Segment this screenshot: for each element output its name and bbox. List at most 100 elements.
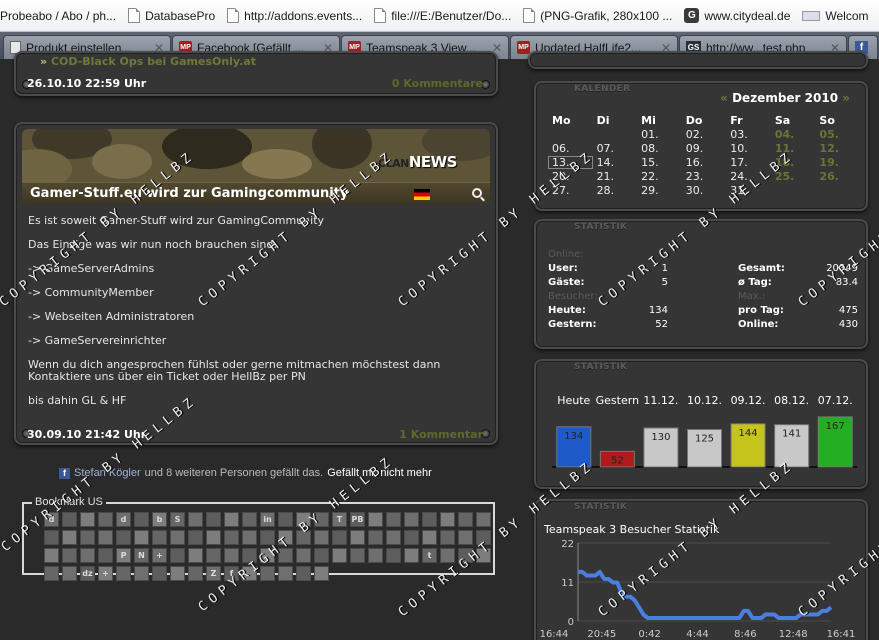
calendar-day[interactable]: 07.: [593, 142, 638, 155]
calendar-day[interactable]: 17.: [726, 156, 771, 169]
social-bookmark-icon[interactable]: [296, 566, 311, 581]
social-bookmark-icon[interactable]: [188, 548, 203, 563]
social-bookmark-icon[interactable]: [476, 512, 491, 527]
social-bookmark-icon[interactable]: [476, 530, 491, 545]
calendar-day[interactable]: 27.: [548, 184, 593, 197]
social-bookmark-icon[interactable]: [386, 548, 401, 563]
social-bookmark-icon[interactable]: [260, 548, 275, 563]
social-bookmark-icon[interactable]: [242, 512, 257, 527]
social-bookmark-icon[interactable]: [44, 566, 59, 581]
bookmark-item[interactable]: Welcom: [796, 0, 874, 31]
social-bookmark-icon[interactable]: [296, 530, 311, 545]
calendar-day[interactable]: 10.: [726, 142, 771, 155]
facebook-user-link[interactable]: Stefan Kögler: [74, 467, 141, 479]
social-bookmark-icon[interactable]: [62, 530, 77, 545]
social-bookmark-icon[interactable]: t: [422, 548, 437, 563]
social-bookmark-icon[interactable]: d: [116, 512, 131, 527]
news-comments-link[interactable]: 1 Kommentar: [399, 428, 483, 441]
calendar-day[interactable]: 15.: [637, 156, 682, 169]
social-bookmark-icon[interactable]: S: [170, 512, 185, 527]
calendar-day[interactable]: 30.: [682, 184, 727, 197]
social-bookmark-icon[interactable]: [458, 512, 473, 527]
social-bookmark-icon[interactable]: [314, 530, 329, 545]
social-bookmark-icon[interactable]: [206, 512, 221, 527]
social-bookmark-icon[interactable]: PB: [350, 512, 365, 527]
calendar-day[interactable]: 25.: [771, 170, 816, 183]
social-bookmark-icon[interactable]: [188, 512, 203, 527]
social-bookmark-icon[interactable]: [422, 530, 437, 545]
social-bookmark-icon[interactable]: [80, 530, 95, 545]
calendar-day[interactable]: 09.: [682, 142, 727, 155]
calendar-day[interactable]: 01.: [637, 128, 682, 141]
social-bookmark-icon[interactable]: [260, 530, 275, 545]
calendar-day[interactable]: 23.: [682, 170, 727, 183]
social-bookmark-icon[interactable]: [242, 566, 257, 581]
calendar-day[interactable]: 29.: [637, 184, 682, 197]
social-bookmark-icon[interactable]: [458, 548, 473, 563]
social-bookmark-icon[interactable]: [80, 512, 95, 527]
news-link-text[interactable]: COD-Black Ops bei GamesOnly.at: [51, 55, 256, 68]
social-bookmark-icon[interactable]: [98, 530, 113, 545]
calendar-day[interactable]: 04.: [771, 128, 816, 141]
social-bookmark-icon[interactable]: [278, 548, 293, 563]
calendar-day[interactable]: 14.: [593, 156, 638, 169]
social-bookmark-icon[interactable]: [314, 548, 329, 563]
social-bookmark-icon[interactable]: [386, 512, 401, 527]
social-bookmark-icon[interactable]: [404, 512, 419, 527]
news-link[interactable]: » COD-Black Ops bei GamesOnly.at: [40, 55, 256, 68]
social-bookmark-icon[interactable]: [458, 530, 473, 545]
social-bookmark-icon[interactable]: [152, 566, 167, 581]
social-bookmark-icon[interactable]: [44, 548, 59, 563]
social-bookmark-icon[interactable]: [332, 548, 347, 563]
social-bookmark-icon[interactable]: [116, 566, 131, 581]
social-bookmark-icon[interactable]: [170, 530, 185, 545]
social-bookmark-icon[interactable]: f: [224, 566, 239, 581]
social-bookmark-icon[interactable]: [422, 512, 437, 527]
social-bookmark-icon[interactable]: [296, 548, 311, 563]
social-bookmark-icon[interactable]: [224, 548, 239, 563]
social-bookmark-icon[interactable]: [278, 530, 293, 545]
calendar-day[interactable]: 24.: [726, 170, 771, 183]
social-bookmark-icon[interactable]: [224, 512, 239, 527]
social-bookmark-icon[interactable]: [440, 530, 455, 545]
social-bookmark-icon[interactable]: [242, 548, 257, 563]
calendar-day[interactable]: 05.: [815, 128, 860, 141]
social-bookmark-icon[interactable]: [188, 566, 203, 581]
social-bookmark-icon[interactable]: [62, 548, 77, 563]
social-bookmark-icon[interactable]: [44, 530, 59, 545]
social-bookmark-icon[interactable]: [62, 512, 77, 527]
calendar-day[interactable]: 22.: [637, 170, 682, 183]
social-bookmark-icon[interactable]: [278, 566, 293, 581]
social-bookmark-icon[interactable]: +: [98, 566, 113, 581]
social-bookmark-icon[interactable]: [296, 512, 311, 527]
calendar-day[interactable]: 26.: [815, 170, 860, 183]
calendar-day[interactable]: 28.: [593, 184, 638, 197]
social-bookmark-icon[interactable]: [170, 566, 185, 581]
calendar-day[interactable]: 16.: [682, 156, 727, 169]
calendar-day[interactable]: 20.: [548, 170, 593, 183]
social-bookmark-icon[interactable]: [134, 530, 149, 545]
social-bookmark-icon[interactable]: [116, 530, 131, 545]
social-bookmark-icon[interactable]: +: [152, 548, 167, 563]
social-bookmark-icon[interactable]: [206, 548, 221, 563]
social-bookmark-icon[interactable]: [80, 548, 95, 563]
social-bookmark-icon[interactable]: [134, 566, 149, 581]
calendar-day[interactable]: 06.: [548, 142, 593, 155]
social-bookmark-icon[interactable]: [242, 530, 257, 545]
bookmark-item[interactable]: Gwww.citydeal.de: [678, 0, 796, 31]
facebook-unlike-link[interactable]: Gefällt mir nicht mehr: [327, 467, 432, 479]
social-bookmark-icon[interactable]: in: [260, 512, 275, 527]
social-bookmark-icon[interactable]: [98, 548, 113, 563]
social-bookmark-icon[interactable]: b: [152, 512, 167, 527]
bookmark-item[interactable]: file:///E:/Benutzer/Do...: [368, 0, 517, 31]
calendar-day[interactable]: 19.: [815, 156, 860, 169]
social-bookmark-icon[interactable]: [260, 566, 275, 581]
social-bookmark-icon[interactable]: [170, 548, 185, 563]
social-bookmark-icon[interactable]: [440, 512, 455, 527]
social-bookmark-icon[interactable]: [98, 512, 113, 527]
news-title[interactable]: Gamer-Stuff.eu wird zur Gamingcommunity: [30, 186, 348, 201]
bookmark-item[interactable]: (PNG-Grafik, 280x100 ...: [517, 0, 678, 31]
social-bookmark-icon[interactable]: P: [116, 548, 131, 563]
news-comments-link[interactable]: 0 Kommentare: [392, 77, 483, 90]
calendar-next-button[interactable]: »: [842, 91, 850, 105]
